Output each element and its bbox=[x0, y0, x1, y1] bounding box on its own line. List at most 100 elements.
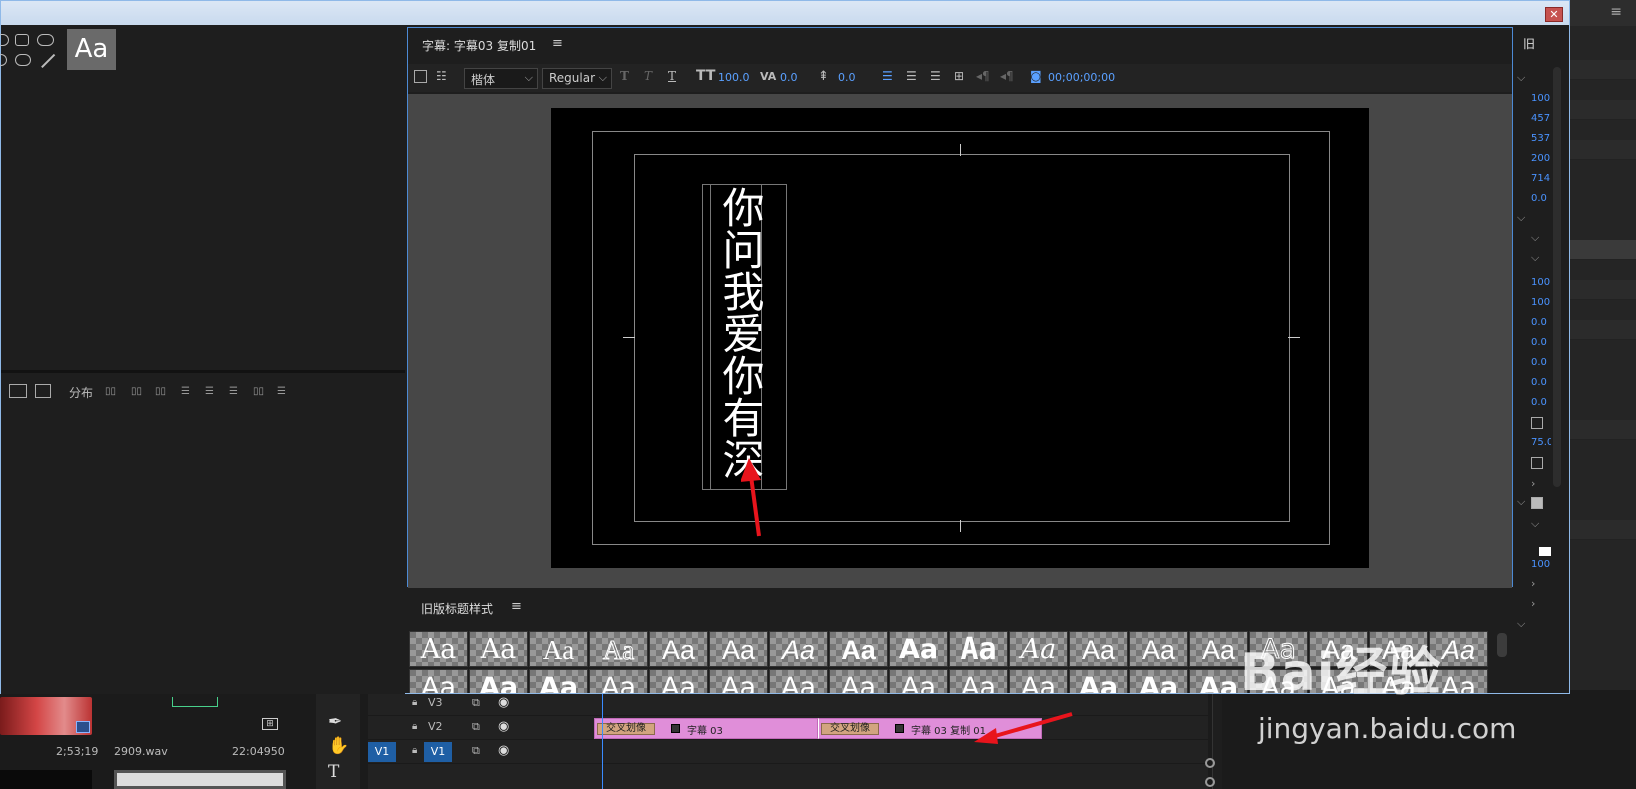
hand-icon[interactable]: ✋ bbox=[328, 736, 349, 756]
sync-icon[interactable]: ⧉ bbox=[472, 696, 480, 710]
chevron-down-icon[interactable]: ⌵ bbox=[1531, 251, 1539, 265]
clip-thumbnail[interactable] bbox=[0, 697, 92, 735]
chevron-right-icon[interactable]: › bbox=[1531, 477, 1535, 490]
window-titlebar[interactable]: ✕ bbox=[1, 1, 1569, 25]
menu-icon[interactable]: ≡ bbox=[1610, 4, 1622, 20]
color-swatch[interactable] bbox=[1539, 547, 1551, 556]
chevron-down-icon[interactable]: ⌵ bbox=[1531, 231, 1539, 245]
property-value[interactable]: 0.0 bbox=[1531, 357, 1551, 368]
distribute-left-icon[interactable]: ▯▯ bbox=[105, 386, 121, 398]
eye-icon[interactable]: ◉ bbox=[498, 695, 509, 710]
sync-icon[interactable]: ⧉ bbox=[472, 720, 480, 734]
style-swatch[interactable]: Aa bbox=[529, 669, 588, 693]
close-button[interactable]: ✕ bbox=[1545, 7, 1563, 22]
bold-icon[interactable]: T bbox=[620, 69, 629, 83]
transition-label[interactable]: 交叉划像 bbox=[821, 723, 879, 735]
clip-thumbnail[interactable] bbox=[114, 770, 286, 789]
style-swatch[interactable]: Aa bbox=[949, 631, 1008, 667]
panel-menu-icon[interactable]: ≡ bbox=[552, 36, 563, 51]
property-checkbox-checked[interactable] bbox=[1531, 497, 1543, 509]
pen-icon[interactable]: ✒ bbox=[328, 712, 342, 732]
chevron-down-icon[interactable]: ⌵ bbox=[1517, 211, 1525, 225]
property-checkbox[interactable] bbox=[1531, 417, 1543, 429]
property-value[interactable]: 200 bbox=[1531, 153, 1551, 164]
lock-icon[interactable]: 🔒︎ bbox=[412, 721, 422, 732]
new-title-icon[interactable] bbox=[414, 70, 427, 83]
leading-value[interactable]: 0.0 bbox=[838, 71, 856, 84]
style-swatch[interactable]: Aa bbox=[829, 631, 888, 667]
style-swatch[interactable]: Aa bbox=[469, 631, 528, 667]
text-style-preview[interactable]: Aa bbox=[67, 29, 116, 70]
align-right-icon[interactable]: ☰ bbox=[930, 69, 941, 83]
property-value[interactable]: 0.0 bbox=[1531, 397, 1551, 408]
style-swatch[interactable]: Aa bbox=[529, 631, 588, 667]
property-value[interactable]: 714 bbox=[1531, 173, 1551, 184]
show-video-icon[interactable]: ◙ bbox=[1030, 69, 1042, 83]
distribute-center-icon[interactable]: ▯▯ bbox=[131, 386, 147, 398]
arc-tool-icon[interactable] bbox=[0, 54, 7, 66]
panel-menu-icon[interactable]: ≡ bbox=[511, 599, 522, 614]
playhead[interactable] bbox=[602, 690, 603, 789]
text-direction-icon[interactable]: ◂¶ bbox=[976, 69, 990, 83]
roll-crawl-icon[interactable]: ☷ bbox=[436, 69, 447, 83]
style-swatch[interactable]: Aa bbox=[649, 669, 708, 693]
line-tool-icon[interactable] bbox=[41, 53, 55, 68]
distribute-v-space-icon[interactable]: ☰ bbox=[277, 386, 293, 398]
transition-label[interactable]: 交叉划像 bbox=[597, 723, 655, 735]
center-vertical-icon[interactable] bbox=[35, 384, 51, 398]
font-style-select[interactable]: Regular ⌵ bbox=[542, 68, 612, 89]
property-value[interactable]: 0.0 bbox=[1531, 193, 1551, 204]
property-value[interactable]: 100 bbox=[1531, 93, 1551, 104]
style-swatch[interactable]: Aa bbox=[769, 669, 828, 693]
chevron-down-icon[interactable]: ⌵ bbox=[1517, 495, 1525, 509]
property-value[interactable]: 100 bbox=[1531, 559, 1551, 570]
font-size-value[interactable]: 100.0 bbox=[718, 71, 750, 84]
rounded-rect-tool-icon[interactable] bbox=[15, 34, 29, 46]
style-swatch[interactable]: Aa bbox=[769, 631, 828, 667]
kerning-value[interactable]: 0.0 bbox=[780, 71, 798, 84]
style-swatch[interactable]: Aa bbox=[589, 631, 648, 667]
style-swatch[interactable]: Aa bbox=[589, 669, 648, 693]
property-value[interactable]: 75.0 bbox=[1531, 437, 1551, 448]
property-value[interactable]: 0.0 bbox=[1531, 377, 1551, 388]
style-swatch[interactable]: Aa bbox=[889, 631, 948, 667]
text-direction-icon[interactable]: ◂¶ bbox=[1000, 69, 1014, 83]
property-value[interactable]: 0.0 bbox=[1531, 317, 1551, 328]
style-swatch[interactable]: Aa bbox=[829, 669, 888, 693]
italic-icon[interactable]: T bbox=[644, 69, 652, 83]
style-swatch[interactable]: Aa bbox=[1129, 669, 1188, 693]
distribute-bottom-icon[interactable]: ☰ bbox=[229, 386, 245, 398]
distribute-top-icon[interactable]: ☰ bbox=[181, 386, 197, 398]
background-timecode[interactable]: 00;00;00;00 bbox=[1048, 71, 1115, 84]
font-family-select[interactable]: 楷体 ⌵ bbox=[464, 68, 538, 89]
distribute-h-space-icon[interactable]: ▯▯ bbox=[253, 386, 269, 398]
timeline-scrollbar[interactable] bbox=[1212, 690, 1222, 789]
eye-icon[interactable]: ◉ bbox=[498, 719, 509, 734]
clip-thumbnail[interactable] bbox=[0, 770, 92, 789]
style-swatch[interactable]: Aa bbox=[949, 669, 1008, 693]
underline-icon[interactable]: T bbox=[668, 69, 676, 83]
scroll-handle-icon[interactable] bbox=[1205, 758, 1215, 768]
style-swatch[interactable]: Aa bbox=[889, 669, 948, 693]
panel-title[interactable]: 字幕: 字幕03 复制01 bbox=[422, 37, 536, 54]
align-center-icon[interactable]: ☰ bbox=[906, 69, 917, 83]
distribute-right-icon[interactable]: ▯▯ bbox=[155, 386, 171, 398]
style-swatch[interactable]: Aa bbox=[1009, 631, 1068, 667]
eye-icon[interactable]: ◉ bbox=[498, 743, 509, 758]
style-swatch[interactable]: Aa bbox=[1069, 669, 1128, 693]
align-left-icon[interactable]: ☰ bbox=[882, 69, 893, 83]
property-value[interactable]: 0.0 bbox=[1531, 337, 1551, 348]
style-swatch[interactable]: Aa bbox=[709, 669, 768, 693]
style-swatch[interactable]: Aa bbox=[649, 631, 708, 667]
properties-scrollbar[interactable] bbox=[1553, 67, 1561, 487]
property-value[interactable]: 100 bbox=[1531, 277, 1551, 288]
chevron-down-icon[interactable]: ⌵ bbox=[1517, 71, 1525, 85]
style-swatch[interactable]: Aa bbox=[709, 631, 768, 667]
lock-icon[interactable]: 🔒︎ bbox=[412, 697, 422, 708]
source-patch[interactable]: V1 bbox=[368, 742, 396, 762]
style-swatch[interactable]: Aa bbox=[1069, 631, 1128, 667]
type-tool-icon[interactable]: T bbox=[328, 762, 339, 782]
title-canvas[interactable]: 你问我爱你有深 bbox=[551, 108, 1369, 568]
panel-title[interactable]: 旧 bbox=[1523, 35, 1535, 52]
style-swatch[interactable]: Aa bbox=[409, 631, 468, 667]
